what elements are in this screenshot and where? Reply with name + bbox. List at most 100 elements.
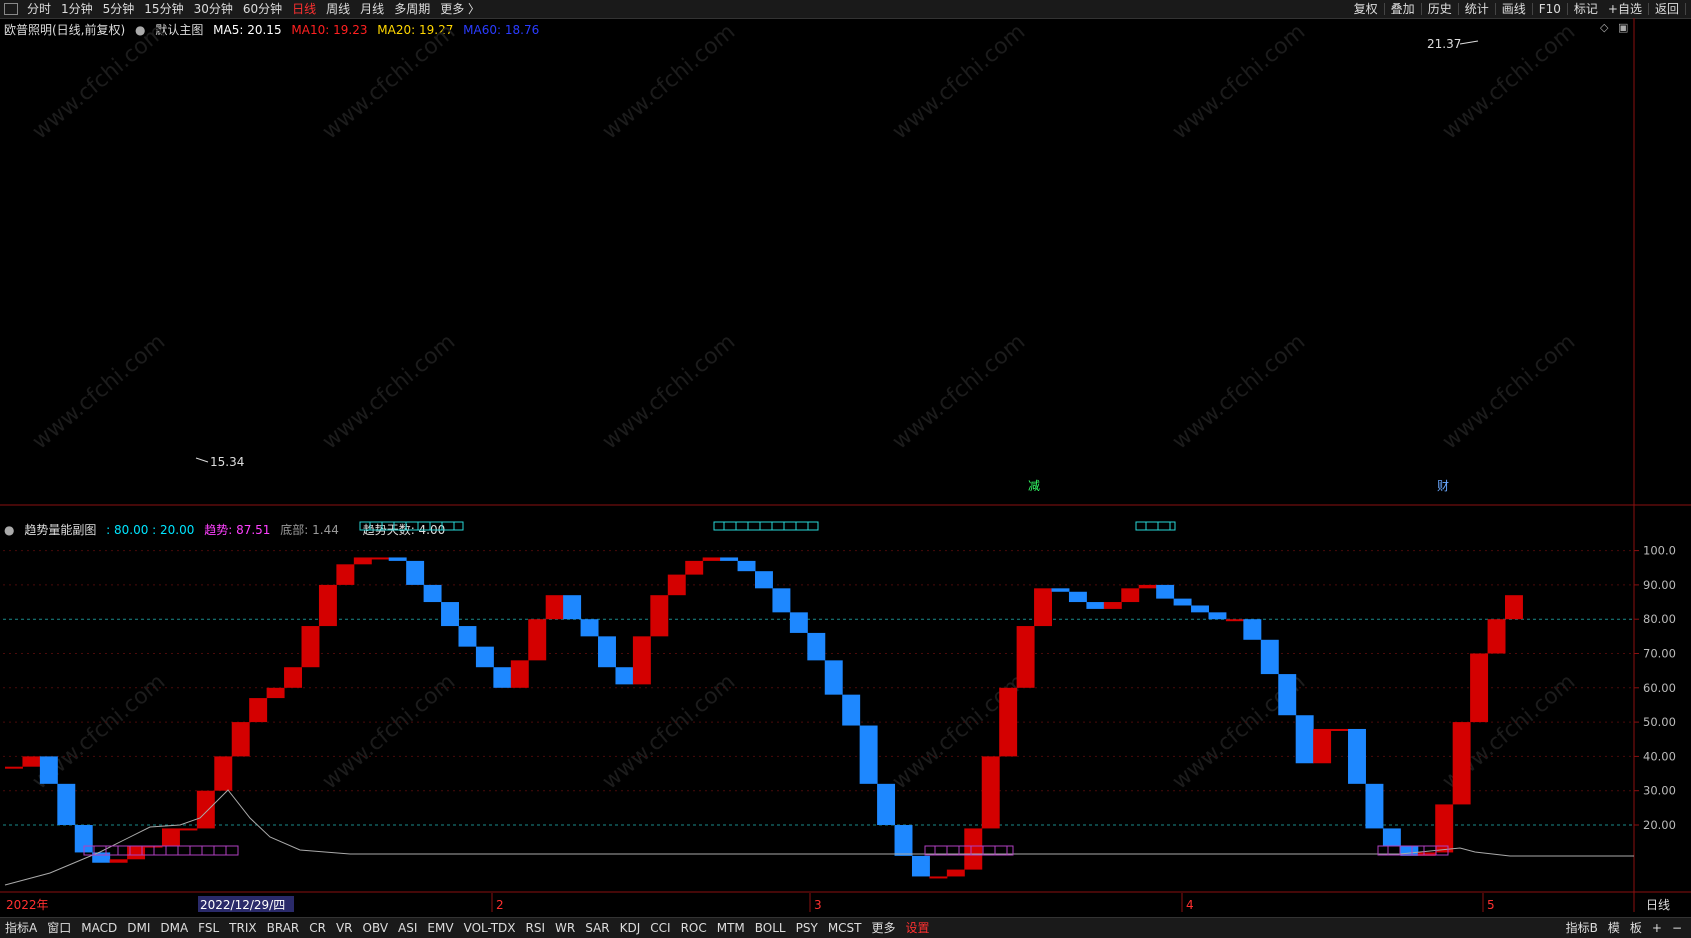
period-tab[interactable]: 60分钟 [238,0,287,18]
indicator-tab[interactable]: VR [331,919,358,937]
indicator-tab[interactable]: CR [304,919,331,937]
indicator-tab[interactable]: KDJ [615,919,646,937]
indicator-toolbar: 指标A 窗口 MACD DMI DMA FSL TRIX BRAR CR VR OBV ASI EMV V… [0,917,1691,938]
tool-button[interactable]: +自选 [1603,0,1647,18]
trend-tick-label: 70.00 [1643,647,1676,661]
period-tab[interactable]: 15分钟 [139,0,188,18]
indicator-tab[interactable]: SAR [580,919,614,937]
indicator-tab[interactable]: OBV [358,919,394,937]
period-tab[interactable]: 1分钟 [56,0,98,18]
trend-bar [493,667,512,688]
indicator-tab[interactable]: PSY [791,919,823,937]
period-tab[interactable]: 月线 [355,0,389,18]
indicator-tab[interactable]: 更多 [867,919,901,937]
signal-strip [713,521,819,531]
trend-bar [1208,612,1227,620]
period-tab[interactable]: 更多 〉 [435,0,485,18]
divider [1647,3,1649,15]
indicator-tab[interactable]: 窗口 [42,919,76,937]
watermark-text: www.cfchi.com [28,329,170,454]
trend-bar [702,557,721,561]
trend-bar [510,660,529,688]
indicator-tab[interactable]: ASI [393,919,422,937]
mark-button[interactable]: 标记 [1569,0,1603,18]
indicator-tab[interactable]: BRAR [262,919,305,937]
trend-bar [214,756,233,791]
trend-bar [563,595,582,620]
trend-bar [632,636,651,685]
indicator-tab[interactable]: TRIX [224,919,261,937]
trend-tick-label: 50.00 [1643,715,1676,729]
watermark-text: www.cfchi.com [1168,329,1310,454]
trend-bar [999,687,1018,757]
tool-button[interactable]: 复权 [1349,0,1383,18]
trend-bar [580,619,599,637]
trend-bar [720,557,739,561]
indicator-tab[interactable]: WR [550,919,580,937]
period-tab[interactable]: 分时 [22,0,56,18]
indicator-tab[interactable]: RSI [521,919,551,937]
trend-bar [859,725,878,784]
indicator-tab[interactable]: 指标A [0,919,42,937]
trend-bar [388,557,407,561]
trend-tick-label: 100.0 [1643,544,1676,558]
trend-bar [371,557,390,560]
indicator-tab[interactable]: MCST [823,919,867,937]
period-tab[interactable]: 5分钟 [98,0,140,18]
trend-bar [545,595,564,620]
trend-bar [1278,674,1297,716]
indicator-tab[interactable]: CCI [645,919,675,937]
trend-bar [161,828,180,846]
indicator-b-tab[interactable]: + [1647,919,1667,937]
indicator-tab[interactable]: EMV [422,919,458,937]
tool-button[interactable]: F10 [1534,0,1566,18]
indicator-tab[interactable]: BOLL [750,919,791,937]
trend-bar [929,876,948,879]
tool-button[interactable]: 统计 [1460,0,1494,18]
trend-bar [1470,653,1489,723]
indicator-b-tab[interactable]: 指标B [1561,919,1603,937]
trend-bar [1086,602,1105,609]
trend-bar [1505,595,1523,620]
trend-tick-label: 80.00 [1643,612,1676,626]
indicator-b-tab[interactable]: 模 [1603,919,1625,937]
indicator-b-tab[interactable]: − [1667,919,1687,937]
trend-bar [772,588,791,613]
trend-tick-label: 30.00 [1643,784,1676,798]
tool-button[interactable]: 叠加 [1386,0,1420,18]
signal-box [359,521,464,531]
trend-bar [685,560,704,575]
low-price-label: 15.34 [210,455,244,469]
tool-button[interactable]: 画线 [1497,0,1531,18]
trend-bar [1348,728,1366,784]
trend-bar [1225,619,1244,622]
period-tab[interactable]: 30分钟 [189,0,238,18]
trend-bar [1051,588,1070,592]
indicator-tab[interactable]: DMI [122,919,155,937]
indicator-tab[interactable]: VOL-TDX [459,919,521,937]
trend-bar [22,756,41,767]
event-mark[interactable]: 财 [1437,479,1449,493]
period-tab[interactable]: 日线 [287,0,321,18]
indicator-b-tab[interactable]: 板 [1625,919,1647,937]
trend-bar [946,869,965,877]
indicator-tab[interactable]: FSL [193,919,224,937]
trend-bar [423,584,442,603]
tool-button[interactable]: 历史 [1423,0,1457,18]
trend-bar [528,619,547,661]
window-icon[interactable] [4,3,18,15]
period-tab[interactable]: 多周期 [389,0,435,18]
stock-chart[interactable]: www.cfchi.com www.cfchi.com www.cfchi.com w… [0,18,1691,917]
event-mark[interactable]: 减 [1028,479,1040,493]
indicator-tab[interactable]: DMA [155,919,193,937]
indicator-tab[interactable]: 设置 [901,919,935,937]
indicator-tab[interactable]: ROC [676,919,712,937]
period-tab[interactable]: 周线 [321,0,355,18]
time-label: 2022年 [6,898,49,912]
trend-bar [1138,584,1157,589]
divider [1566,3,1568,15]
indicator-tab[interactable]: MTM [712,919,750,937]
tool-button[interactable]: 返回 [1650,0,1684,18]
trend-bar [842,694,861,726]
indicator-tab[interactable]: MACD [76,919,122,937]
